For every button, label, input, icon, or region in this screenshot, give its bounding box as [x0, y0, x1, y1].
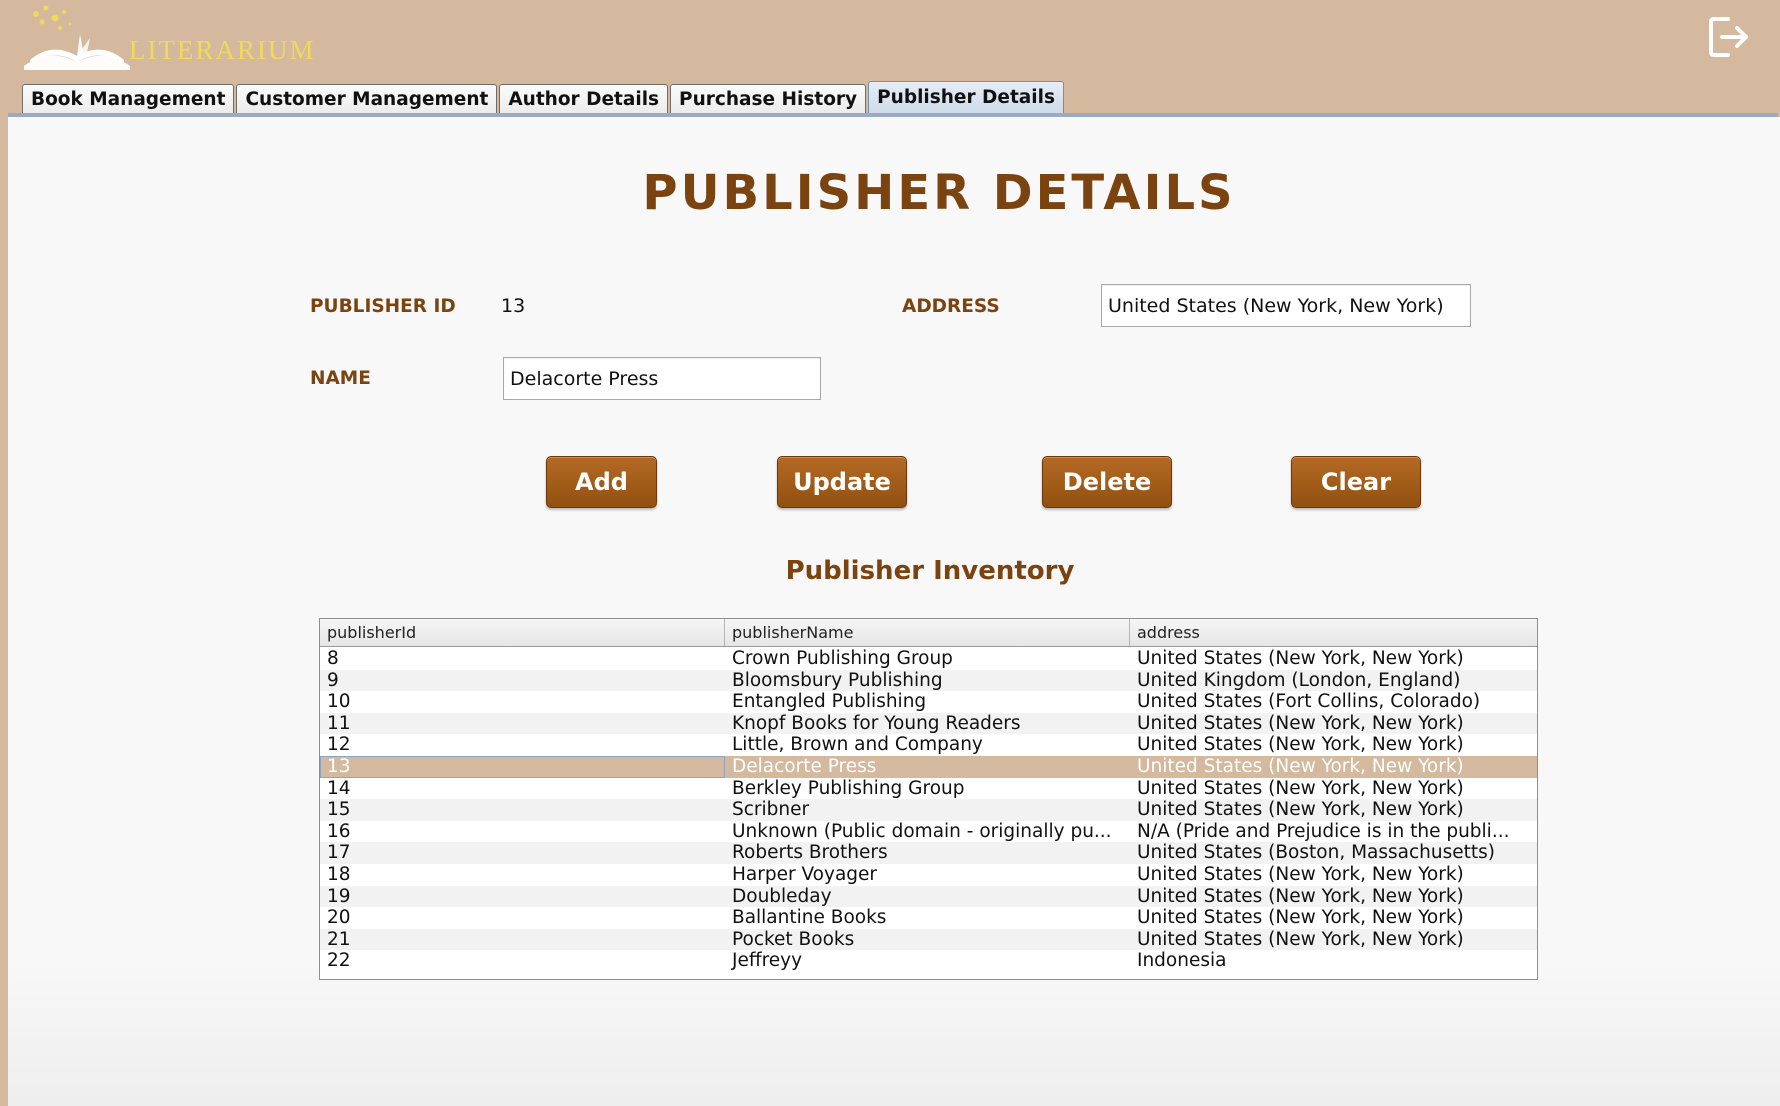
address-field[interactable] [1101, 284, 1471, 327]
table-row[interactable]: 14 Berkley Publishing Group United States … [320, 778, 1537, 800]
cell-address: United States (New York, New York) [1137, 799, 1464, 821]
cell-address: N/A (Pride and Prejudice is in the publi… [1137, 820, 1510, 842]
cell-address: United States (New York, New York) [1137, 777, 1464, 799]
open-book-logo-icon [24, 5, 130, 70]
column-header-publisher-name[interactable]: publisherName [725, 619, 1130, 646]
cell-address: Indonesia [1137, 950, 1227, 972]
cell-publisher-name: Entangled Publishing [732, 691, 927, 713]
add-button[interactable]: Add [546, 456, 657, 508]
cell-publisher-name: Harper Voyager [732, 863, 878, 885]
table-row[interactable]: 21 Pocket Books United States (New York, N… [320, 928, 1537, 951]
page-title: PUBLISHER DETAILS [642, 165, 1236, 221]
column-header-address[interactable]: address [1130, 619, 1537, 646]
cell-publisher-name: Pocket Books [732, 928, 855, 950]
logout-icon [1709, 17, 1748, 57]
publisher-inventory-table[interactable]: publisherId publisherName address 8 Crown… [319, 618, 1538, 980]
cell-publisher-id: 14 [327, 777, 351, 799]
cell-publisher-name: Unknown (Public domain - originally pu..… [732, 820, 1112, 842]
table-row[interactable]: 22 Jeffreyy Indonesia [320, 950, 1537, 972]
cell-publisher-id: 8 [327, 648, 339, 669]
cell-publisher-id: 22 [327, 950, 351, 972]
cell-address: United States (New York, New York) [1137, 885, 1464, 907]
cell-publisher-name: Delacorte Press [732, 755, 877, 777]
cell-publisher-name: Doubleday [732, 885, 832, 907]
table-row[interactable]: 12 Little, Brown and Company United States… [320, 734, 1537, 756]
cell-publisher-name: Bloomsbury Publishing [732, 669, 943, 691]
table-row[interactable]: 15 Scribner United States (New York, New Y… [320, 799, 1537, 821]
cell-address: United States (New York, New York) [1137, 928, 1464, 950]
clear-button[interactable]: Clear [1291, 456, 1421, 508]
cell-publisher-id: 16 [327, 820, 351, 842]
cell-address: United States (Fort Collins, Colorado) [1137, 691, 1481, 713]
cell-address: United States (New York, New York) [1137, 712, 1464, 734]
tab-purchase-history[interactable]: Purchase History [670, 84, 867, 113]
table-row-selected[interactable]: 13 Delacorte Press United States (New York… [320, 755, 1537, 778]
cell-publisher-name: Knopf Books for Young Readers [732, 712, 1021, 734]
table-row[interactable]: 8 Crown Publishing Group United States (Ne… [320, 648, 1537, 670]
cell-publisher-id: 13 [320, 756, 725, 778]
table-row[interactable]: 11 Knopf Books for Young Readers United St… [320, 712, 1537, 735]
cell-address: United Kingdom (London, England) [1137, 669, 1461, 691]
tab-author-details[interactable]: Author Details [499, 84, 669, 113]
logout-button[interactable] [1706, 14, 1752, 60]
cell-publisher-id: 12 [327, 734, 351, 756]
delete-button[interactable]: Delete [1042, 456, 1172, 508]
cell-publisher-id: 18 [327, 863, 351, 885]
cell-publisher-name: Berkley Publishing Group [732, 777, 965, 799]
cell-publisher-name: Roberts Brothers [732, 842, 888, 864]
table-body: 8 Crown Publishing Group United States (Ne… [320, 647, 1537, 972]
cell-publisher-name: Scribner [732, 799, 810, 821]
cell-publisher-id: 10 [327, 691, 351, 713]
tab-customer-management[interactable]: Customer Management [236, 84, 498, 113]
app-name: LITERARIUM [129, 35, 316, 65]
publisher-id-value: 13 [501, 295, 526, 317]
table-row[interactable]: 9 Bloomsbury Publishing United Kingdom (Lo… [320, 669, 1537, 692]
cell-publisher-id: 19 [327, 885, 351, 907]
tab-book-management[interactable]: Book Management [22, 84, 235, 113]
cell-publisher-name: Crown Publishing Group [732, 648, 953, 669]
publisher-details-panel: PUBLISHER DETAILS PUBLISHER ID 13 ADDRES… [8, 117, 1780, 1106]
publisher-id-label: PUBLISHER ID [310, 296, 456, 317]
cell-publisher-id: 21 [327, 928, 351, 950]
cell-address: United States (Boston, Massachusetts) [1137, 842, 1495, 864]
cell-publisher-id: 20 [327, 907, 351, 929]
app-logo: LITERARIUM [22, 4, 322, 74]
tab-bar: Book Management Customer Management Auth… [22, 81, 1066, 113]
cell-publisher-id: 17 [327, 842, 351, 864]
cell-publisher-id: 11 [327, 712, 351, 734]
cell-publisher-name: Little, Brown and Company [732, 734, 983, 756]
tab-publisher-details[interactable]: Publisher Details [868, 81, 1064, 113]
address-label: ADDRESS [902, 296, 1000, 317]
table-row[interactable]: 20 Ballantine Books United States (New Yor… [320, 907, 1537, 929]
table-row[interactable]: 17 Roberts Brothers United States (Boston,… [320, 842, 1537, 864]
cell-address: United States (New York, New York) [1137, 907, 1464, 929]
table-row[interactable]: 10 Entangled Publishing United States (For… [320, 691, 1537, 713]
cell-address: United States (New York, New York) [1137, 755, 1464, 777]
table-row[interactable]: 18 Harper Voyager United States (New York,… [320, 864, 1537, 886]
name-field[interactable] [503, 357, 821, 400]
cell-address: United States (New York, New York) [1137, 648, 1464, 669]
cell-publisher-id: 15 [327, 799, 351, 821]
update-button[interactable]: Update [777, 456, 907, 508]
cell-publisher-id: 9 [327, 669, 339, 691]
table-row[interactable]: 19 Doubleday United States (New York, New … [320, 885, 1537, 908]
cell-publisher-name: Jeffreyy [732, 950, 803, 972]
table-row[interactable]: 16 Unknown (Public domain - originally pu… [320, 821, 1537, 843]
column-header-publisher-id[interactable]: publisherId [320, 619, 725, 646]
cell-address: United States (New York, New York) [1137, 734, 1464, 756]
name-label: NAME [310, 368, 371, 389]
cell-publisher-name: Ballantine Books [732, 907, 887, 929]
cell-address: United States (New York, New York) [1137, 863, 1464, 885]
inventory-title: Publisher Inventory [785, 556, 1075, 586]
table-header: publisherId publisherName address [320, 619, 1537, 647]
